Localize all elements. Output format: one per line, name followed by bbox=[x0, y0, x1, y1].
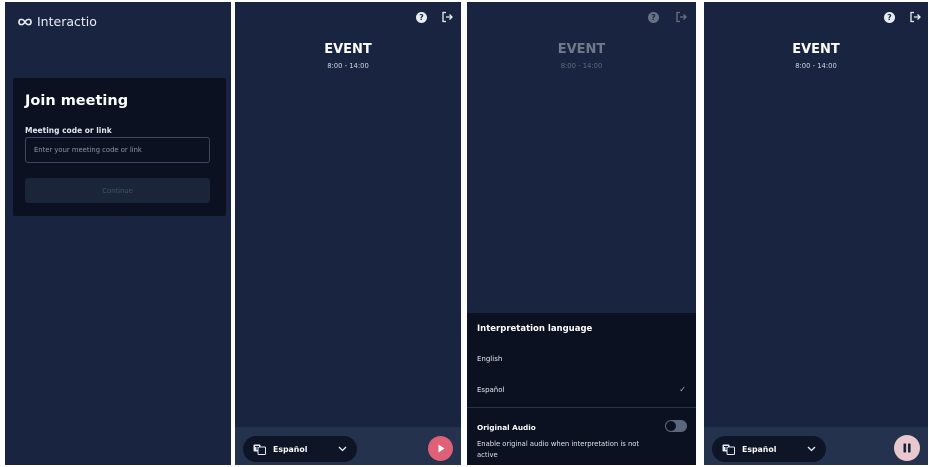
language-selector[interactable]: Español bbox=[243, 436, 357, 462]
checkmark-icon: ✓ bbox=[679, 385, 686, 394]
logout-icon[interactable] bbox=[441, 11, 453, 23]
help-circle-icon[interactable]: ? bbox=[416, 12, 427, 23]
divider bbox=[467, 407, 696, 408]
continue-button[interactable]: Continue bbox=[25, 178, 210, 203]
language-selector[interactable]: Español bbox=[712, 436, 826, 462]
event-screen-stopped: ? EVENT 8:00 - 14:00 Español bbox=[235, 2, 461, 465]
player-bar: Español bbox=[704, 427, 928, 465]
join-meeting-title: Join meeting bbox=[25, 93, 129, 109]
event-title: EVENT bbox=[792, 42, 840, 57]
event-time: 8:00 - 14:00 bbox=[560, 62, 603, 70]
join-screen: Interactio Join meeting Meeting code or … bbox=[5, 2, 231, 465]
original-audio-toggle[interactable] bbox=[665, 420, 687, 432]
play-icon bbox=[438, 444, 445, 453]
logout-icon[interactable] bbox=[909, 11, 921, 23]
sheet-title: Interpretation language bbox=[477, 324, 593, 334]
brand-name: Interactio bbox=[37, 14, 97, 29]
meeting-code-input[interactable] bbox=[25, 137, 210, 163]
play-button[interactable] bbox=[428, 436, 453, 461]
original-audio-description: Enable original audio when interpretatio… bbox=[477, 440, 640, 459]
language-selection-screen: ? EVENT 8:00 - 14:00 Interpretation lang… bbox=[467, 2, 696, 465]
pause-button[interactable] bbox=[894, 435, 920, 461]
interpretation-language-sheet: Interpretation language English Español … bbox=[467, 313, 696, 465]
chevron-down-icon bbox=[338, 446, 347, 452]
brand-logo: Interactio bbox=[18, 14, 97, 29]
selected-language: Español bbox=[742, 444, 777, 454]
logout-icon[interactable] bbox=[675, 11, 687, 23]
event-title: EVENT bbox=[324, 42, 372, 57]
event-screen-playing: ? EVENT 8:00 - 14:00 Español bbox=[704, 2, 928, 465]
interactio-logo-icon bbox=[18, 18, 32, 25]
event-title: EVENT bbox=[557, 42, 606, 57]
selected-language: Español bbox=[273, 444, 308, 454]
translate-icon bbox=[253, 444, 266, 455]
event-time: 8:00 - 14:00 bbox=[795, 62, 837, 70]
join-meeting-card: Join meeting Meeting code or link Contin… bbox=[13, 78, 226, 216]
translate-icon bbox=[722, 444, 735, 455]
chevron-down-icon bbox=[807, 446, 816, 452]
meeting-code-label: Meeting code or link bbox=[25, 126, 112, 135]
pause-icon bbox=[903, 443, 911, 453]
language-option-english[interactable]: English bbox=[477, 355, 502, 363]
help-circle-icon[interactable]: ? bbox=[884, 12, 895, 23]
toggle-knob bbox=[666, 421, 676, 431]
player-bar: Español bbox=[235, 427, 461, 465]
event-time: 8:00 - 14:00 bbox=[327, 62, 369, 70]
help-circle-icon[interactable]: ? bbox=[648, 12, 659, 23]
language-option-espanol[interactable]: Español bbox=[477, 386, 504, 394]
original-audio-label: Original Audio bbox=[477, 423, 536, 432]
